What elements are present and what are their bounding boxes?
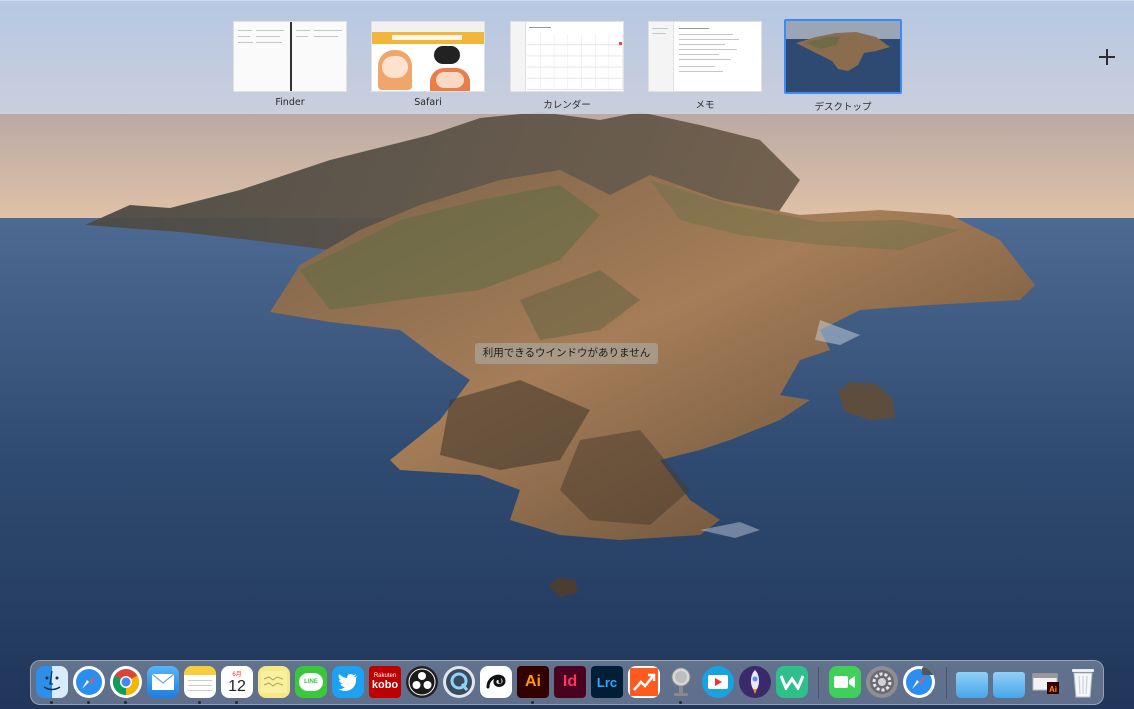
space-notes[interactable]: メモ [648,21,762,111]
trash-icon[interactable] [1067,666,1099,698]
space-label: カレンダー [543,100,591,111]
kobo-icon[interactable]: Rakuten kobo [369,666,401,698]
running-indicator [50,701,53,704]
obs-icon[interactable] [406,666,438,698]
dock-separator [818,667,819,699]
line-label: LINE [299,673,323,691]
microphone-icon[interactable] [665,666,697,698]
chart-arrow-icon[interactable] [628,666,660,698]
running-indicator [235,701,238,704]
no-windows-message: 利用できるウインドウがありません [475,343,658,364]
svg-text:Ai: Ai [1049,685,1057,694]
notes-icon[interactable] [184,666,216,698]
line-icon[interactable]: LINE [295,666,327,698]
indesign-icon[interactable]: Id [554,666,586,698]
mission-control-spaces-bar: Finder Safari カレンダー メモ デスクトップ [0,0,1134,114]
indesign-label: Id [562,673,578,690]
running-indicator [679,701,682,704]
space-finder[interactable]: Finder [233,21,347,108]
illustrator-label: Ai [525,673,541,690]
mail-icon[interactable] [147,666,179,698]
safari-preview-icon[interactable] [903,666,935,698]
stickies-icon[interactable] [258,666,290,698]
quicktime-icon[interactable] [443,666,475,698]
lightroom-icon[interactable]: Lrc [591,666,623,698]
w-logo-icon[interactable] [776,666,808,698]
folder-icon[interactable] [956,672,988,698]
calendar-day: 12 [228,678,246,695]
facetime-icon[interactable] [829,666,861,698]
space-thumbnail-desktop[interactable] [784,19,902,94]
space-safari[interactable]: Safari [371,21,485,108]
space-thumbnail-finder[interactable] [233,21,347,92]
illustrator-icon[interactable]: Ai [517,666,549,698]
ai-document-icon[interactable]: Ai [1030,666,1062,698]
safari-icon[interactable] [73,666,105,698]
twitter-icon[interactable] [332,666,364,698]
chrome-icon[interactable] [110,666,142,698]
space-thumbnail-safari[interactable] [371,21,485,92]
space-thumbnail-calendar[interactable] [510,21,624,92]
running-indicator [198,701,201,704]
kobo-bottom-label: kobo [371,679,399,691]
space-thumbnail-notes[interactable] [648,21,762,92]
video-icon[interactable] [702,666,734,698]
running-indicator [531,701,534,704]
space-calendar[interactable]: カレンダー [510,21,624,111]
lightroom-label: Lrc [596,674,618,690]
calendar-icon[interactable]: 6月 12 [221,666,253,698]
space-label: メモ [695,100,715,111]
dock-separator [946,667,947,699]
add-space-button[interactable] [1094,44,1120,70]
calendar-month: 6月 [232,672,242,678]
space-label: Finder [275,97,305,108]
dock: 6月 12 LINE Rakuten kobo Ai Id Lrc Ai [30,660,1104,705]
space-label: Safari [414,97,442,108]
running-indicator [87,701,90,704]
rocket-icon[interactable] [739,666,771,698]
finder-icon[interactable] [36,666,68,698]
folder-icon[interactable] [993,672,1025,698]
clip-studio-icon[interactable] [480,666,512,698]
space-desktop[interactable]: デスクトップ [784,19,902,113]
gear-icon[interactable] [866,666,898,698]
running-indicator [124,701,127,704]
space-label: デスクトップ [814,102,872,113]
